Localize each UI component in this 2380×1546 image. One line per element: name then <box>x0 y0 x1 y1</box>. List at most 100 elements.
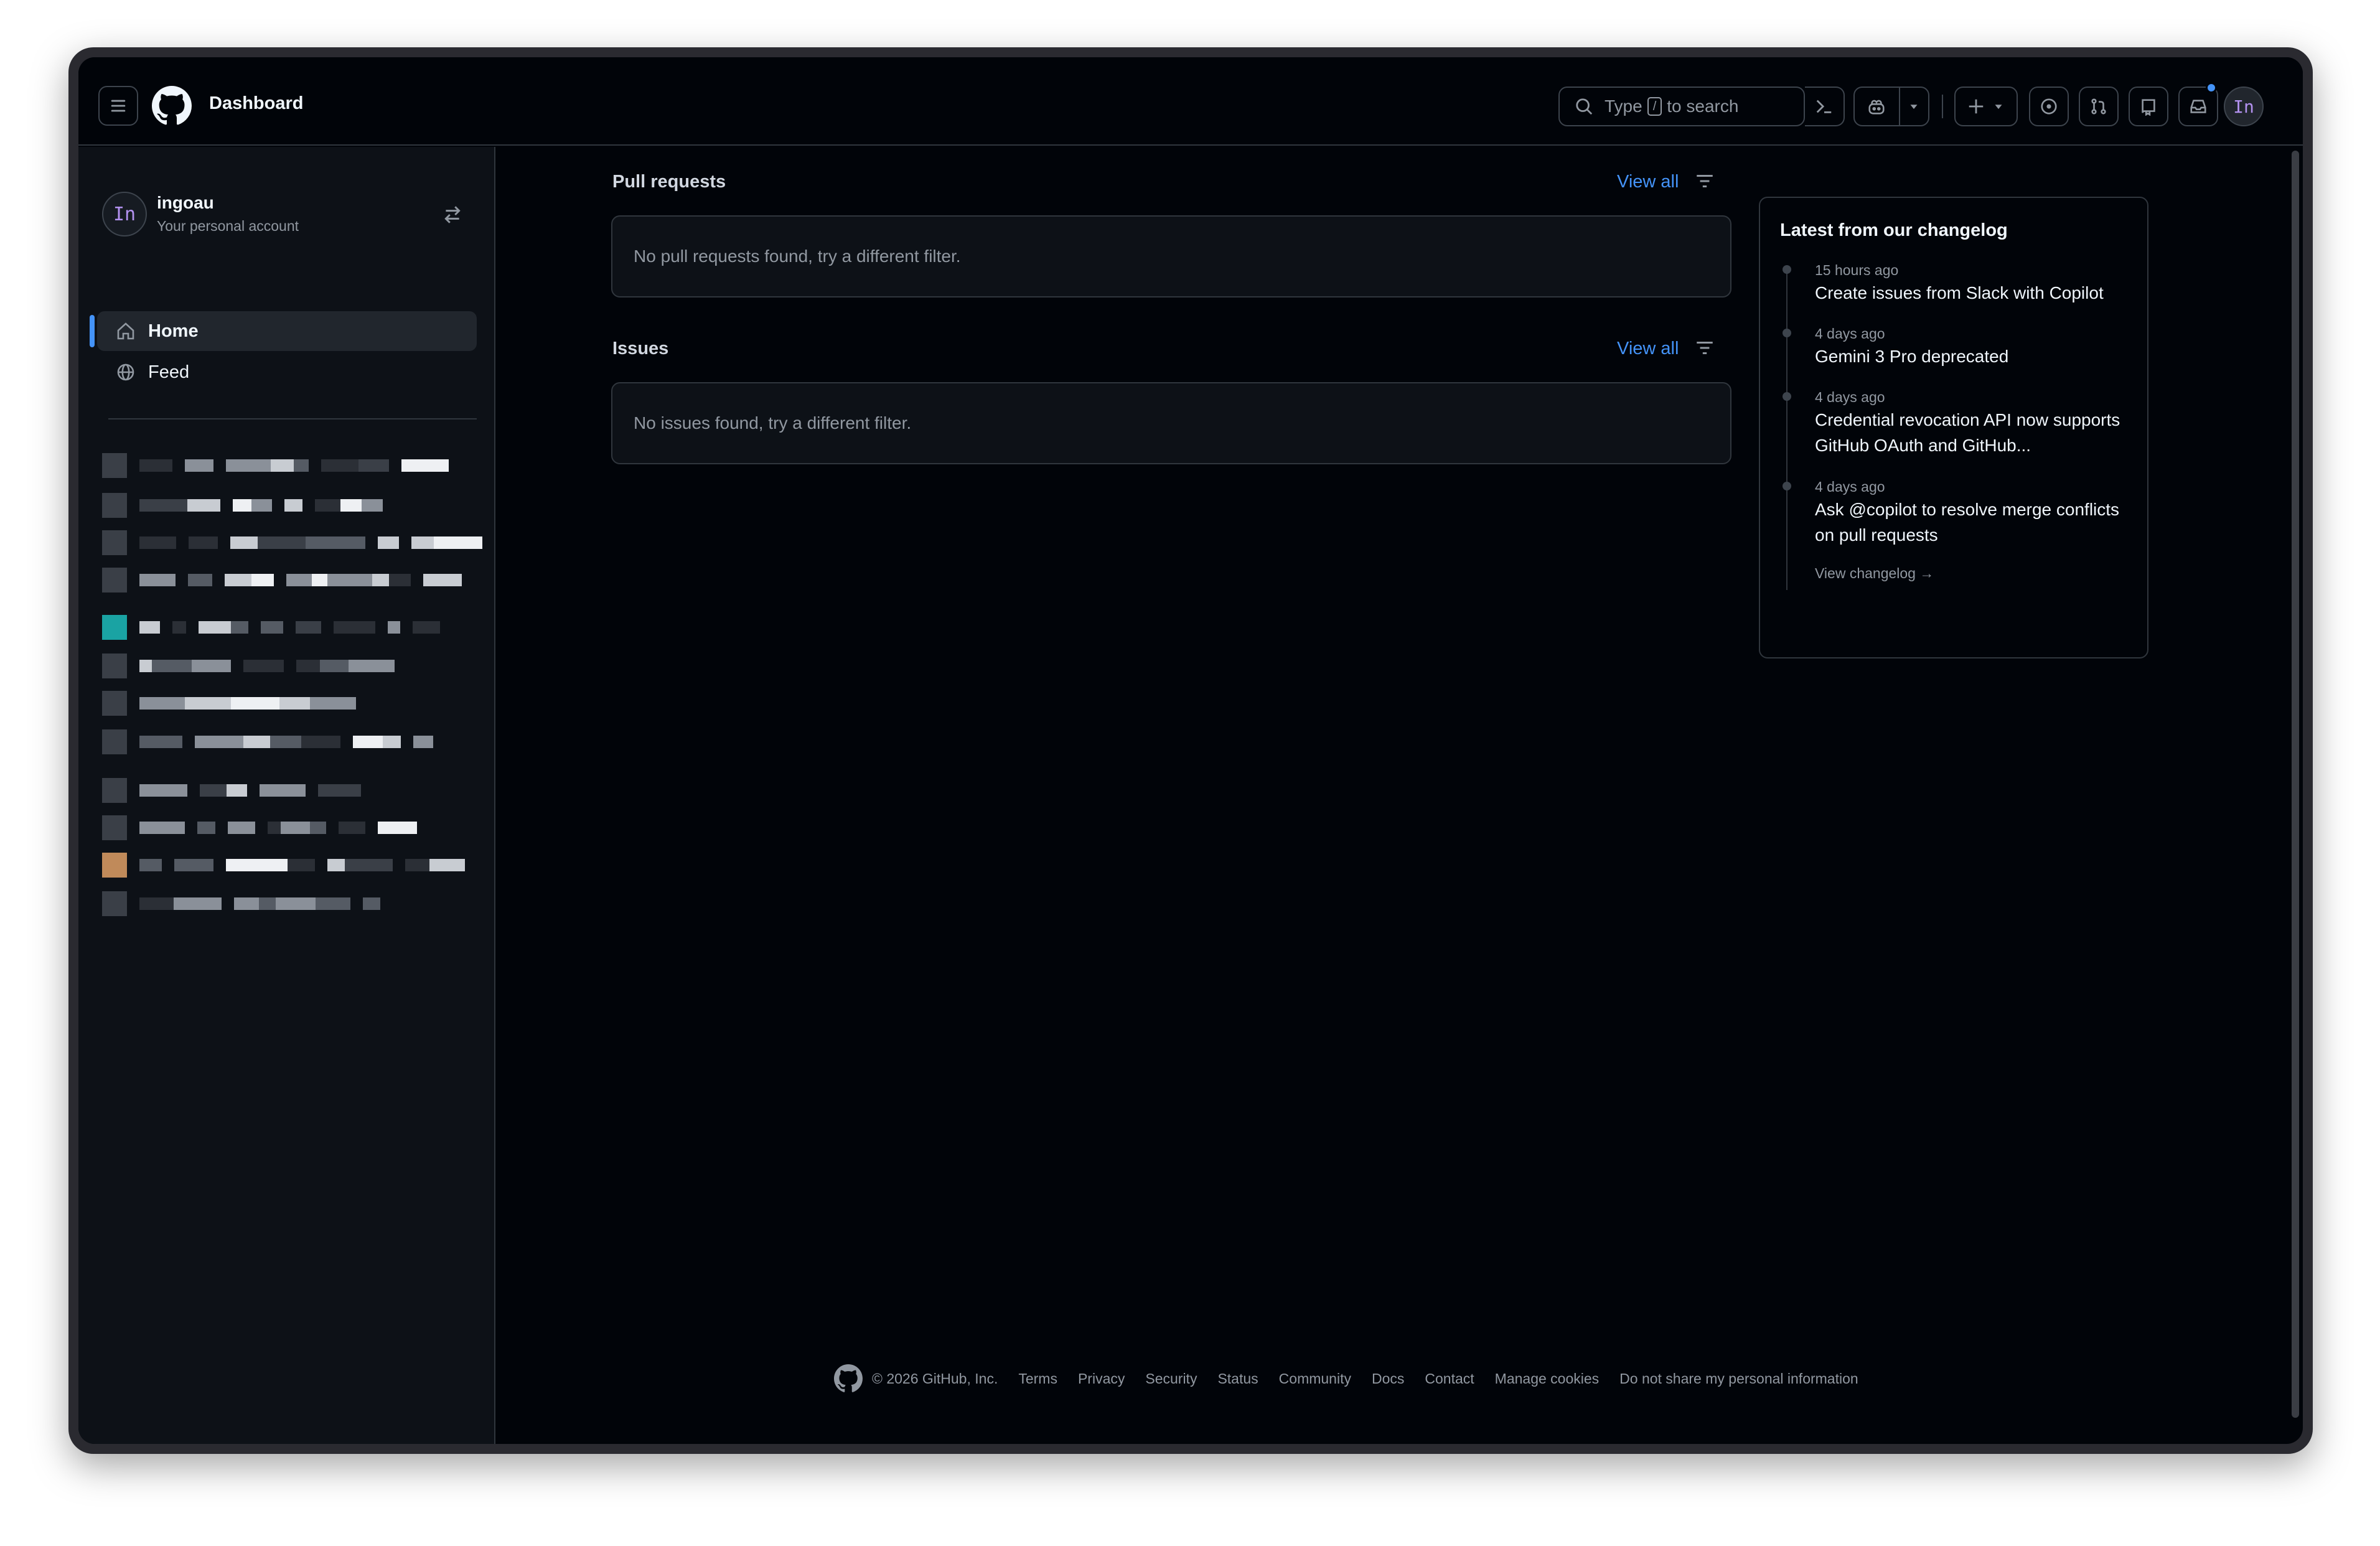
redacted-pixel <box>260 784 306 797</box>
changelog-text[interactable]: Ask @copilot to resolve merge conflicts … <box>1815 497 2139 548</box>
redacted-pixel <box>271 459 294 472</box>
footer-link-status[interactable]: Status <box>1217 1370 1258 1387</box>
page-scrollbar[interactable] <box>2292 151 2299 1418</box>
sidebar-item-label: Home <box>148 321 199 341</box>
redacted-pixel <box>306 536 336 549</box>
copilot-dropdown-button[interactable] <box>1900 88 1928 125</box>
github-logo-icon[interactable] <box>152 86 192 126</box>
changelog-text[interactable]: Gemini 3 Pro deprecated <box>1815 344 2139 369</box>
search-placeholder-post: to search <box>1667 96 1739 116</box>
footer-link-docs[interactable]: Docs <box>1372 1370 1404 1387</box>
redacted-pixel <box>258 536 306 549</box>
changelog-timeline <box>1786 266 1787 590</box>
redacted-pixel <box>270 736 301 748</box>
repo-icon <box>2142 99 2155 116</box>
redacted-pixel <box>139 536 176 549</box>
menu-button[interactable] <box>98 86 138 126</box>
redacted-pixel <box>102 568 127 593</box>
changelog-item[interactable]: 4 days ago Ask @copilot to resolve merge… <box>1783 477 2139 548</box>
changelog-text[interactable]: Credential revocation API now supports G… <box>1815 407 2139 458</box>
redacted-pixel <box>251 574 274 586</box>
github-mark-icon[interactable] <box>834 1364 863 1393</box>
changelog-item[interactable]: 4 days ago Credential revocation API now… <box>1783 387 2139 458</box>
issues-button[interactable] <box>2029 87 2069 126</box>
sidebar-item-label: Feed <box>148 362 190 382</box>
redacted-pixel <box>243 660 269 672</box>
redacted-pixel <box>139 574 176 586</box>
page-title[interactable]: Dashboard <box>209 93 303 114</box>
redacted-pixel <box>139 897 174 910</box>
changelog-item[interactable]: 4 days ago Gemini 3 Pro deprecated <box>1783 324 2139 369</box>
command-palette-button[interactable] <box>1805 87 1845 126</box>
user-avatar[interactable]: In <box>2224 87 2264 126</box>
changelog-time: 4 days ago <box>1815 389 1885 405</box>
sidebar-item-feed[interactable]: Feed <box>97 352 477 392</box>
redacted-pixel <box>310 822 326 834</box>
issues-view-all-link[interactable]: View all <box>1617 339 1679 359</box>
account-name: ingoau <box>157 193 214 212</box>
redacted-pixel <box>234 897 259 910</box>
redacted-pixel <box>358 459 389 472</box>
redacted-pixel <box>102 891 127 916</box>
view-changelog-link[interactable]: View changelog → <box>1815 565 1934 582</box>
issues-empty-state: No issues found, try a different filter. <box>611 382 1731 464</box>
footer-link-community[interactable]: Community <box>1279 1370 1351 1387</box>
redacted-pixel <box>327 859 345 871</box>
redacted-pixel <box>231 621 248 634</box>
redacted-pixel <box>102 453 127 478</box>
redacted-pixel <box>225 574 251 586</box>
redacted-pixel <box>423 574 462 586</box>
redacted-pixel <box>388 621 400 634</box>
pull-requests-button[interactable] <box>2079 87 2119 126</box>
footer-link-manage-cookies[interactable]: Manage cookies <box>1495 1370 1600 1387</box>
footer-link-security[interactable]: Security <box>1145 1370 1197 1387</box>
copilot-button[interactable] <box>1855 88 1900 125</box>
footer-link-terms[interactable]: Terms <box>1018 1370 1057 1387</box>
redacted-pixel <box>139 621 160 634</box>
footer-link-do-not-share[interactable]: Do not share my personal information <box>1619 1370 1858 1387</box>
redacted-pixel <box>336 536 365 549</box>
redacted-pixel <box>102 493 127 518</box>
footer-link-contact[interactable]: Contact <box>1425 1370 1474 1387</box>
redacted-pixel <box>139 697 185 710</box>
redacted-pixel <box>227 784 247 797</box>
pull-requests-view-all-link[interactable]: View all <box>1617 172 1679 192</box>
repositories-button[interactable] <box>2129 87 2168 126</box>
redacted-pixel <box>102 815 127 840</box>
create-new-button[interactable] <box>1954 87 2018 126</box>
footer-link-privacy[interactable]: Privacy <box>1078 1370 1125 1387</box>
redacted-pixel <box>284 499 302 512</box>
arrow-switch-icon[interactable] <box>442 204 463 225</box>
plus-icon <box>1969 99 1984 114</box>
redacted-pixel <box>401 459 449 472</box>
redacted-pixel <box>102 691 127 716</box>
changelog-text[interactable]: Create issues from Slack with Copilot <box>1815 280 2139 306</box>
redacted-pixel <box>286 574 312 586</box>
redacted-pixel <box>321 459 358 472</box>
filter-icon[interactable] <box>1694 337 1715 358</box>
redacted-pixel <box>192 660 231 672</box>
redacted-pixel <box>294 459 309 472</box>
redacted-pixel <box>296 621 321 634</box>
redacted-pixel <box>251 499 272 512</box>
timeline-dot <box>1783 329 1791 337</box>
redacted-pixel <box>102 853 127 878</box>
redacted-pixel <box>315 499 340 512</box>
redacted-pixel <box>152 660 192 672</box>
search-placeholder-pre: Type <box>1605 96 1642 116</box>
window-frame: Dashboard Type / to search In In ingoau … <box>68 47 2313 1454</box>
redacted-pixel <box>139 736 182 748</box>
redacted-pixel <box>413 736 433 748</box>
redacted-pixel <box>334 621 375 634</box>
redacted-pixel <box>102 778 127 803</box>
redacted-pixel <box>231 697 279 710</box>
redacted-pixel <box>363 897 380 910</box>
changelog-item[interactable]: 15 hours ago Create issues from Slack wi… <box>1783 260 2139 306</box>
redacted-pixel <box>269 660 284 672</box>
search-input[interactable]: Type / to search <box>1558 87 1805 126</box>
account-switcher[interactable]: In ingoau Your personal account <box>102 189 463 239</box>
account-avatar: In <box>102 192 147 237</box>
redacted-pixel <box>230 536 258 549</box>
sidebar-item-home[interactable]: Home <box>90 311 477 351</box>
filter-icon[interactable] <box>1694 171 1715 192</box>
